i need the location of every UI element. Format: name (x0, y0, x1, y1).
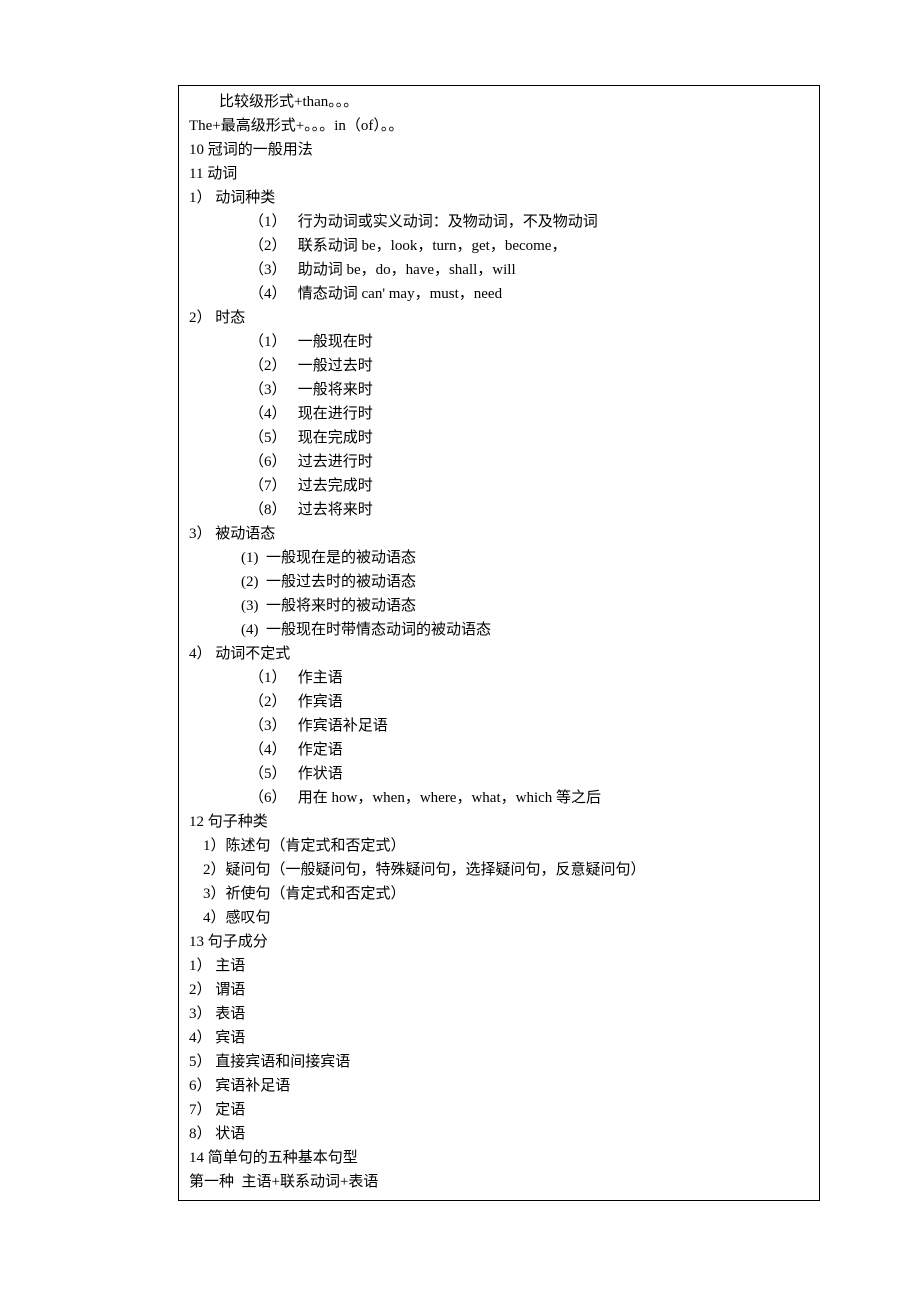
text-line: 比较级形式+than。。。 (189, 90, 809, 114)
text-line: （2） 作宾语 (189, 690, 809, 714)
text-line: (4) 一般现在时带情态动词的被动语态 (189, 618, 809, 642)
text-line: （1） 一般现在时 (189, 330, 809, 354)
text-line: 1）陈述句（肯定式和否定式） (189, 834, 809, 858)
text-line: 1） 动词种类 (189, 186, 809, 210)
text-line: （4） 情态动词 can' may，must，need (189, 282, 809, 306)
text-line: （3） 一般将来时 (189, 378, 809, 402)
text-line: （3） 助动词 be，do，have，shall，will (189, 258, 809, 282)
text-line: 4） 宾语 (189, 1026, 809, 1050)
text-line: 4） 动词不定式 (189, 642, 809, 666)
text-line: The+最高级形式+。。。in（of）。。 (189, 114, 809, 138)
text-line: （1） 行为动词或实义动词：及物动词，不及物动词 (189, 210, 809, 234)
text-line: 6） 宾语补足语 (189, 1074, 809, 1098)
text-line: （1） 作主语 (189, 666, 809, 690)
text-line: （2） 联系动词 be，look，turn，get，become， (189, 234, 809, 258)
text-line: （8） 过去将来时 (189, 498, 809, 522)
text-line: （7） 过去完成时 (189, 474, 809, 498)
text-line: （5） 现在完成时 (189, 426, 809, 450)
document-page: 比较级形式+than。。。The+最高级形式+。。。in（of）。。10 冠词的… (0, 0, 920, 1302)
text-line: （4） 现在进行时 (189, 402, 809, 426)
text-line: (2) 一般过去时的被动语态 (189, 570, 809, 594)
text-line: 2） 时态 (189, 306, 809, 330)
text-line: 3）祈使句（肯定式和否定式） (189, 882, 809, 906)
text-line: 2）疑问句（一般疑问句，特殊疑问句，选择疑问句，反意疑问句） (189, 858, 809, 882)
text-line: 8） 状语 (189, 1122, 809, 1146)
text-line: 1） 主语 (189, 954, 809, 978)
text-line: （6） 过去进行时 (189, 450, 809, 474)
text-line: 2） 谓语 (189, 978, 809, 1002)
text-line: 14 简单句的五种基本句型 (189, 1146, 809, 1170)
text-line: （6） 用在 how，when，where，what，which 等之后 (189, 786, 809, 810)
text-line: 3） 被动语态 (189, 522, 809, 546)
text-line: 5） 直接宾语和间接宾语 (189, 1050, 809, 1074)
text-line: 10 冠词的一般用法 (189, 138, 809, 162)
text-line: （4） 作定语 (189, 738, 809, 762)
text-line: 4）感叹句 (189, 906, 809, 930)
text-line: (1) 一般现在是的被动语态 (189, 546, 809, 570)
text-line: （2） 一般过去时 (189, 354, 809, 378)
text-line: （5） 作状语 (189, 762, 809, 786)
text-line: 13 句子成分 (189, 930, 809, 954)
text-line: 12 句子种类 (189, 810, 809, 834)
text-line: 3） 表语 (189, 1002, 809, 1026)
text-line: 第一种 主语+联系动词+表语 (189, 1170, 809, 1194)
text-line: 7） 定语 (189, 1098, 809, 1122)
content-box: 比较级形式+than。。。The+最高级形式+。。。in（of）。。10 冠词的… (178, 85, 820, 1201)
text-line: 11 动词 (189, 162, 809, 186)
text-line: (3) 一般将来时的被动语态 (189, 594, 809, 618)
text-line: （3） 作宾语补足语 (189, 714, 809, 738)
